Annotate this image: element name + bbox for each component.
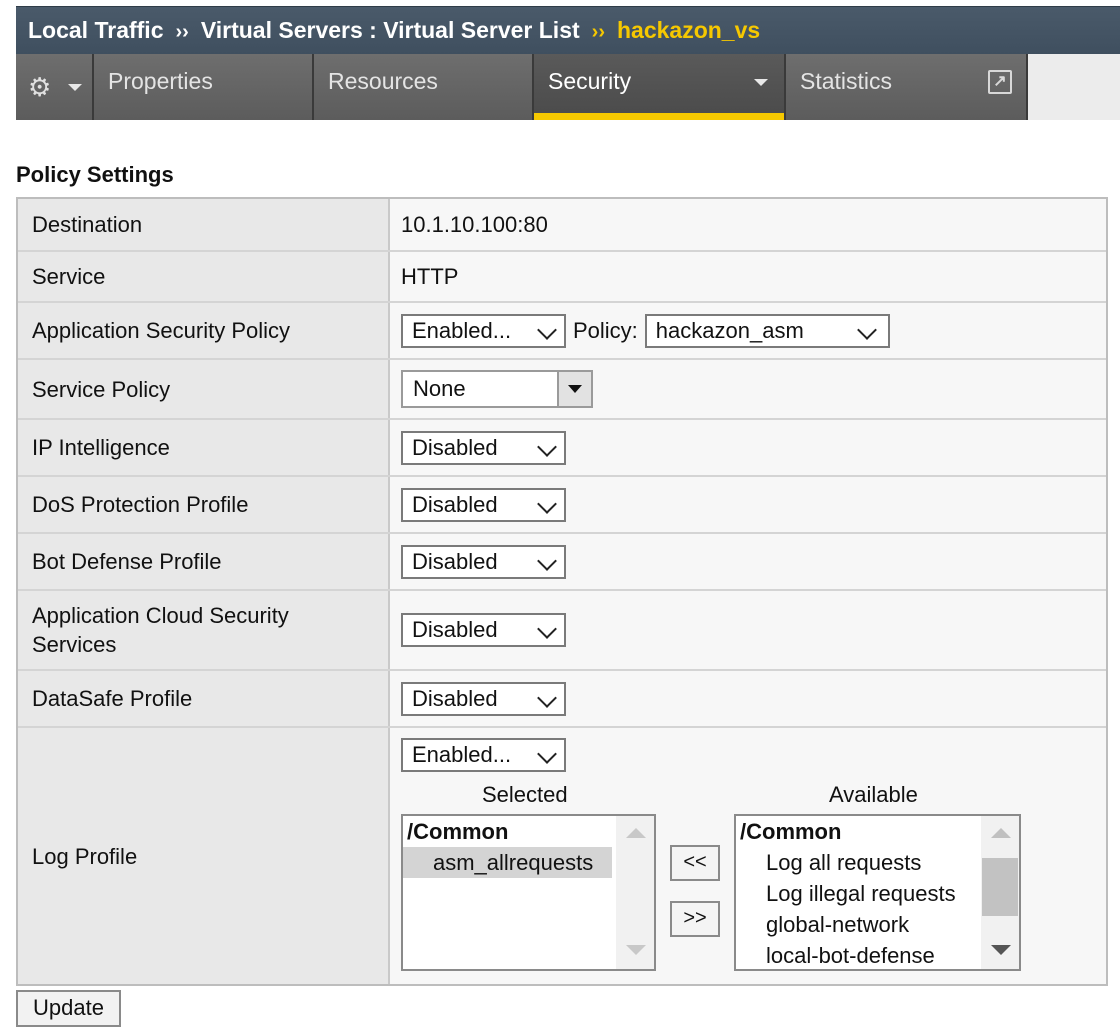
tab-security[interactable]: Security — [534, 54, 786, 120]
row-label: Service Policy — [18, 360, 390, 418]
asp-enabled-select[interactable]: Enabled... — [401, 313, 566, 348]
move-right-button[interactable]: >> — [670, 901, 720, 937]
select-value: Disabled — [412, 434, 498, 460]
row-bot-defense-profile: Bot Defense Profile Disabled — [18, 532, 1106, 589]
tab-gear-menu[interactable]: ⚙ — [16, 54, 94, 120]
select-value: Disabled — [412, 548, 498, 574]
breadcrumb-separator: ›› — [591, 21, 605, 43]
row-application-cloud-security-services: Application Cloud Security Services Disa… — [18, 589, 1106, 669]
section-title: Policy Settings — [16, 162, 174, 187]
scroll-down-icon[interactable] — [626, 945, 646, 955]
selected-header: Selected — [482, 782, 568, 807]
chevron-down-icon — [537, 687, 557, 708]
combo-value: None — [413, 376, 466, 401]
select-value: Enabled... — [412, 742, 512, 767]
scrollbar[interactable] — [981, 816, 1019, 969]
log-profile-controls: Enabled... Selected Available /Common as… — [390, 728, 1106, 984]
ip-intelligence-select[interactable]: Disabled — [401, 430, 566, 465]
row-label: Application Security Policy — [18, 303, 390, 358]
row-destination: Destination 10.1.10.100:80 — [18, 199, 1106, 250]
triangle-down-icon — [568, 385, 582, 393]
scroll-down-icon[interactable] — [991, 945, 1011, 955]
row-label-line: Application Cloud Security — [32, 603, 289, 628]
scrollbar[interactable] — [616, 816, 654, 969]
external-link-icon[interactable]: ↗ — [988, 70, 1012, 94]
row-label: DoS Protection Profile — [18, 477, 390, 532]
header-bar: Local Traffic ›› Virtual Servers : Virtual… — [16, 6, 1120, 54]
breadcrumb-virtual-server-list[interactable]: Virtual Servers : Virtual Server List — [201, 17, 580, 43]
chevron-down-icon — [754, 79, 768, 86]
available-listbox[interactable]: /Common Log all requests Log illegal req… — [734, 814, 1021, 971]
select-value: Disabled — [412, 617, 498, 642]
scroll-up-icon[interactable] — [991, 828, 1011, 838]
row-ip-intelligence: IP Intelligence Disabled — [18, 418, 1106, 475]
scroll-up-icon[interactable] — [626, 828, 646, 838]
tab-security-label: Security — [548, 68, 632, 94]
service-policy-combo[interactable]: None — [401, 370, 593, 408]
log-profile-select[interactable]: Enabled... — [401, 738, 566, 772]
select-value: Disabled — [412, 685, 498, 711]
breadcrumb-current: hackazon_vs — [616, 17, 761, 43]
select-value: Enabled... — [412, 317, 512, 343]
row-service: Service HTTP — [18, 250, 1106, 301]
row-label: Destination — [18, 199, 390, 250]
list-item[interactable]: Log all requests — [736, 847, 1019, 878]
move-left-button[interactable]: << — [670, 845, 720, 881]
chevron-down-icon — [856, 319, 877, 340]
update-button[interactable]: Update — [16, 990, 121, 1027]
list-item[interactable]: global-network — [736, 909, 1019, 940]
list-item[interactable]: Log illegal requests — [736, 878, 1019, 909]
row-label: Log Profile — [18, 728, 390, 984]
tab-statistics[interactable]: Statistics ↗ — [786, 54, 1028, 120]
chevron-down-icon — [537, 493, 557, 514]
row-label-line: Services — [32, 632, 117, 657]
service-value: HTTP — [401, 263, 459, 289]
chevron-down-icon — [537, 319, 557, 340]
row-application-security-policy: Application Security Policy Enabled... P… — [18, 301, 1106, 358]
tab-resources[interactable]: Resources — [314, 54, 534, 120]
dos-profile-select[interactable]: Disabled — [401, 487, 566, 522]
row-dos-protection-profile: DoS Protection Profile Disabled — [18, 475, 1106, 532]
cloud-security-select[interactable]: Disabled — [401, 613, 566, 647]
breadcrumb-local-traffic[interactable]: Local Traffic — [28, 17, 163, 43]
chevron-down-icon — [537, 619, 557, 639]
scroll-thumb[interactable] — [982, 858, 1018, 916]
row-log-profile: Log Profile Enabled... Selected Availabl… — [18, 726, 1106, 984]
datasafe-select[interactable]: Disabled — [401, 681, 566, 716]
tab-statistics-label: Statistics — [800, 68, 893, 94]
breadcrumb: Local Traffic ›› Virtual Servers : Virtual… — [28, 7, 760, 55]
row-service-policy: Service Policy None — [18, 358, 1106, 418]
list-item[interactable]: asm_allrequests — [403, 847, 612, 878]
list-item[interactable]: local-bot-defense — [736, 940, 1019, 969]
row-label: Bot Defense Profile — [18, 534, 390, 589]
tab-properties[interactable]: Properties — [94, 54, 314, 120]
select-value: hackazon_asm — [655, 317, 804, 343]
tab-resources-label: Resources — [328, 68, 438, 94]
chevron-down-icon — [537, 744, 557, 764]
row-label: DataSafe Profile — [18, 671, 390, 726]
combo-dropdown-button[interactable] — [557, 372, 591, 406]
policy-label: Policy: — [573, 317, 638, 343]
chevron-down-icon — [68, 84, 82, 91]
selected-listbox[interactable]: /Common asm_allrequests — [401, 814, 656, 971]
tab-properties-label: Properties — [108, 68, 213, 94]
available-header: Available — [829, 782, 918, 807]
bot-defense-select[interactable]: Disabled — [401, 544, 566, 579]
chevron-down-icon — [537, 550, 557, 571]
select-value: Disabled — [412, 491, 498, 517]
chevron-down-icon — [537, 436, 557, 457]
row-datasafe-profile: DataSafe Profile Disabled — [18, 669, 1106, 726]
breadcrumb-separator: ›› — [175, 21, 189, 43]
row-label: Service — [18, 252, 390, 301]
destination-value: 10.1.10.100:80 — [401, 211, 548, 237]
tab-bar: ⚙ Properties Resources Security Statisti… — [16, 54, 1120, 120]
policy-settings-table: Destination 10.1.10.100:80 Service HTTP … — [16, 197, 1108, 986]
policy-select[interactable]: hackazon_asm — [644, 313, 890, 348]
row-label: IP Intelligence — [18, 420, 390, 475]
list-group-header: /Common — [740, 819, 842, 844]
gear-icon: ⚙ — [28, 72, 52, 102]
row-label: Application Cloud Security Services — [18, 591, 390, 669]
